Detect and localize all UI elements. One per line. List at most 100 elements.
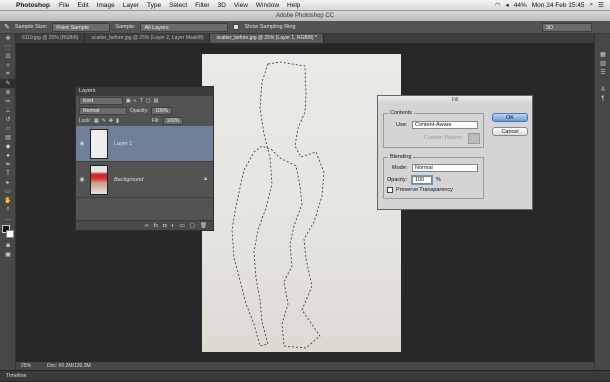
link-icon[interactable]: ∞ [145,223,149,229]
preserve-transparency-checkbox[interactable] [387,187,393,193]
quick-mask-icon[interactable]: ◙ [0,241,16,250]
healing-brush-icon[interactable]: ⊕ [0,88,16,97]
fill-input[interactable]: 100% [162,117,184,125]
filter-shape-icon[interactable]: ▢ [146,98,151,104]
document-canvas[interactable] [202,54,401,352]
menu-select[interactable]: Select [165,2,191,9]
brush-tool-icon[interactable]: ✏ [0,97,16,106]
battery-percent[interactable]: 44% [514,2,527,9]
color-swatches[interactable] [0,223,15,241]
filter-adjustment-icon[interactable]: ◐ [134,98,137,104]
new-layer-icon[interactable]: ▢ [190,223,195,229]
layer-name[interactable]: Background [114,177,143,183]
menu-type[interactable]: Type [143,2,165,9]
menu-3d[interactable]: 3D [214,2,230,9]
eyedropper-tool-icon[interactable]: ✎ [4,23,10,31]
show-ring-checkbox[interactable] [233,24,240,30]
more-tools-icon[interactable]: … [0,214,16,223]
wifi-icon[interactable]: ◠ [495,1,501,9]
custom-pattern-picker[interactable] [468,133,480,144]
sample-select[interactable]: All Layers [140,22,229,32]
clock[interactable]: Mon 24 Feb 15:45 [532,2,585,9]
sample-size-select[interactable]: Point Sample [52,22,111,32]
visibility-eye-icon[interactable]: ◉ [76,140,88,147]
background-color[interactable] [6,230,14,238]
blending-group: Blending Mode: Normal Opacity: 100 % Pre… [383,154,484,199]
list-icon[interactable]: ☰ [598,1,604,9]
move-tool-icon[interactable]: ✥ [0,34,16,43]
type-tool-icon[interactable]: T [0,169,16,178]
screen-mode-icon[interactable]: ▣ [0,250,16,259]
clone-stamp-icon[interactable]: ⊥ [0,106,16,115]
eraser-tool-icon[interactable]: ▱ [0,124,16,133]
tools-panel: ✥ ⬚ ʘ ✧ ⌗ ✎ ⊕ ✏ ⊥ ↺ ▱ ▤ ◆ ● ✒ T ▸ ▭ ✋ ⌕ … [0,34,16,370]
dodge-tool-icon[interactable]: ● [0,151,16,160]
character-panel-icon[interactable]: A [595,85,610,94]
menu-file[interactable]: File [55,2,73,9]
marquee-tool-icon[interactable]: ⬚ [0,43,16,52]
menu-view[interactable]: View [230,2,252,9]
tab-scatter-layer2[interactable]: scatter_before.jpg @ 25% (Layer 2, Layer… [85,34,211,43]
mask-icon[interactable]: ◘ [163,223,166,229]
quick-select-tool-icon[interactable]: ✧ [0,61,16,70]
contents-label: Contents [388,110,415,116]
menu-layer[interactable]: Layer [119,2,143,9]
menu-image[interactable]: Image [93,2,119,9]
options-bar: ✎ Sample Size: Point Sample Sample: All … [0,21,610,34]
paragraph-panel-icon[interactable]: ¶ [595,94,610,103]
group-folder-icon[interactable]: ▭ [180,223,185,229]
use-select[interactable]: Content-Aware [412,121,478,129]
blend-mode-select[interactable]: Normal [79,107,127,115]
app-menu[interactable]: Photoshop [14,2,55,9]
filter-kind-select[interactable]: Kind [79,97,123,105]
mode-label: Mode: [392,165,408,171]
tab-scatter-layer1[interactable]: scatter_before.jpg @ 25% (Layer 1, RGB/8… [210,34,324,43]
layer-row[interactable]: ◉ Layer 1 [76,126,213,162]
visibility-eye-icon[interactable]: ◉ [76,176,88,183]
filter-type-icon[interactable]: T [140,98,143,104]
adjustments-panel-icon[interactable]: ☰ [595,68,610,77]
menu-help[interactable]: Help [283,2,304,9]
layer-row[interactable]: ◉ Background 🔒︎ [76,162,213,198]
menu-edit[interactable]: Edit [73,2,92,9]
search-icon[interactable]: ⌕ [590,1,594,9]
history-brush-icon[interactable]: ↺ [0,115,16,124]
tab-6119[interactable]: 6119.jpg @ 25% (RGB/8) [16,34,86,43]
workspace-select[interactable]: 3D [542,22,592,32]
properties-panel-icon[interactable]: ▥ [595,59,610,68]
blur-tool-icon[interactable]: ◆ [0,142,16,151]
gradient-tool-icon[interactable]: ▤ [0,133,16,142]
pen-tool-icon[interactable]: ✒ [0,160,16,169]
filter-pixel-icon[interactable]: ▣ [126,98,131,104]
adjustment-layer-icon[interactable]: ◐ [171,223,174,229]
zoom-tool-icon[interactable]: ⌕ [0,205,16,214]
trash-icon[interactable]: 🗑︎ [200,223,207,229]
doc-size[interactable]: Doc: 60.2M/120.3M [47,362,91,370]
lock-all-icon[interactable]: ▮ [116,118,119,124]
volume-icon[interactable]: ◂ [505,1,508,9]
fx-icon[interactable]: fx [154,223,158,229]
ok-button[interactable]: OK [492,113,528,122]
mode-select[interactable]: Normal [412,164,478,172]
opacity-input[interactable]: 100 [411,175,433,185]
zoom-level[interactable]: 25% [21,362,31,370]
history-panel-icon[interactable]: ▦ [595,50,610,59]
lock-position-icon[interactable]: ✥ [109,118,113,124]
eyedropper-tool-icon[interactable]: ✎ [0,79,16,88]
lasso-tool-icon[interactable]: ʘ [0,52,16,61]
lock-image-icon[interactable]: ✎ [102,118,106,124]
shape-tool-icon[interactable]: ▭ [0,187,16,196]
opacity-label: Opacity: [130,108,149,114]
timeline-panel-tab[interactable]: Timeline [0,370,610,381]
hand-tool-icon[interactable]: ✋ [0,196,16,205]
layer-name[interactable]: Layer 1 [114,141,132,147]
filter-smart-icon[interactable]: ▤ [154,98,159,104]
fill-dialog: Fill Contents Use: Content-Aware Custom … [377,95,533,210]
path-select-tool-icon[interactable]: ▸ [0,178,16,187]
crop-tool-icon[interactable]: ⌗ [0,70,16,79]
opacity-input[interactable]: 100% [151,107,173,115]
lock-transparent-icon[interactable]: ▦ [94,118,99,124]
cancel-button[interactable]: Cancel [492,127,528,136]
menu-window[interactable]: Window [252,2,283,9]
menu-filter[interactable]: Filter [191,2,213,9]
